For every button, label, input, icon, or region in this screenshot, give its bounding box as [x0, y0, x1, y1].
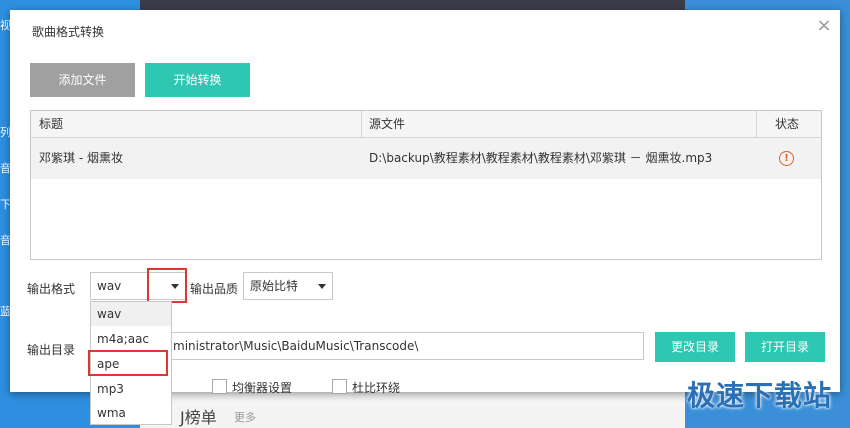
- dropdown-arrow-highlight: [147, 268, 187, 303]
- dialog-title: 歌曲格式转换: [32, 25, 105, 39]
- format-option-m4a[interactable]: m4a;aac: [91, 327, 171, 351]
- format-option-wma[interactable]: wma: [91, 401, 171, 425]
- output-quality-value: 原始比特: [250, 279, 299, 293]
- format-option-mp3[interactable]: mp3: [91, 377, 171, 401]
- equalizer-label: 均衡器设置: [232, 381, 293, 395]
- column-header-status[interactable]: 状态: [775, 111, 799, 137]
- watermark-logo: 极速下载站: [686, 379, 832, 412]
- table-row[interactable]: 邓紫琪 - 烟熏妆 D:\backup\教程素材\教程素材\教程素材\邓紫琪 －…: [31, 138, 821, 179]
- column-header-source[interactable]: 源文件: [369, 111, 405, 137]
- format-convert-dialog: 歌曲格式转换 × 添加文件 开始转换 标题 源文件 状态 邓紫琪 - 烟熏妆 D…: [10, 10, 840, 425]
- file-table: 标题 源文件 状态 邓紫琪 - 烟熏妆 D:\backup\教程素材\教程素材\…: [30, 110, 822, 260]
- column-header-title[interactable]: 标题: [39, 111, 63, 137]
- output-quality-select[interactable]: 原始比特: [243, 272, 333, 300]
- change-dir-button[interactable]: 更改目录: [655, 332, 735, 362]
- ape-option-highlight: [88, 350, 168, 376]
- column-divider: [756, 111, 757, 137]
- output-dir-label: 输出目录: [27, 343, 76, 357]
- format-option-wav[interactable]: wav: [91, 302, 171, 326]
- row-title: 邓紫琪 - 烟熏妆: [39, 151, 123, 165]
- column-divider: [361, 111, 362, 137]
- row-source: D:\backup\教程素材\教程素材\教程素材\邓紫琪 － 烟熏妆.mp3: [369, 151, 713, 165]
- more-link[interactable]: 更多: [234, 409, 256, 425]
- open-dir-button[interactable]: 打开目录: [745, 332, 825, 362]
- chevron-down-icon[interactable]: [318, 284, 326, 289]
- table-header: 标题 源文件 状态: [31, 111, 821, 138]
- start-convert-button[interactable]: 开始转换: [145, 63, 250, 97]
- warning-icon[interactable]: !: [779, 151, 794, 166]
- rank-title: J榜单: [180, 408, 217, 427]
- output-format-label: 输出格式: [27, 282, 76, 296]
- output-quality-label: 输出品质: [190, 282, 239, 296]
- equalizer-checkbox[interactable]: [212, 379, 227, 394]
- background-rank-section: J榜单 更多: [140, 392, 685, 428]
- close-icon[interactable]: ×: [814, 16, 834, 36]
- output-format-value: wav: [97, 279, 122, 293]
- output-dir-input[interactable]: ministrator\Music\BaiduMusic\Transcode\: [168, 332, 644, 360]
- dolby-label: 杜比环绕: [352, 381, 401, 395]
- dolby-checkbox[interactable]: [332, 379, 347, 394]
- add-file-button[interactable]: 添加文件: [30, 63, 135, 97]
